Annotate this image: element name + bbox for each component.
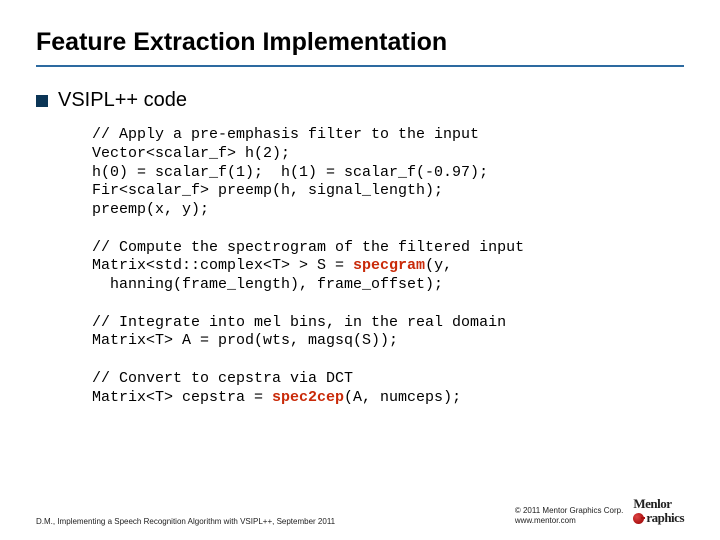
code-highlight: spec2cep <box>272 389 344 406</box>
footer-citation: D.M., Implementing a Speech Recognition … <box>36 517 515 526</box>
code-line: // Apply a pre-emphasis filter to the in… <box>92 126 479 143</box>
title-rule <box>36 65 684 67</box>
logo-line-2-text: raphics <box>646 510 684 526</box>
code-line: Fir<scalar_f> preemp(h, signal_length); <box>92 182 443 199</box>
code-highlight: specgram <box>353 257 425 274</box>
footer-url: www.mentor.com <box>515 516 623 526</box>
code-line: Matrix<std::complex<T> > S = <box>92 257 353 274</box>
logo-globe-icon <box>633 513 644 524</box>
code-line: Matrix<T> cepstra = <box>92 389 272 406</box>
code-line: h(0) = scalar_f(1); h(1) = scalar_f(-0.9… <box>92 164 488 181</box>
code-block: // Apply a pre-emphasis filter to the in… <box>92 126 684 407</box>
code-line: // Compute the spectrogram of the filter… <box>92 239 524 256</box>
square-bullet-icon <box>36 95 48 107</box>
bullet-item: VSIPL++ code <box>36 89 684 112</box>
slide-title: Feature Extraction Implementation <box>36 28 684 61</box>
slide: Feature Extraction Implementation VSIPL+… <box>0 0 720 540</box>
code-line: Matrix<T> A = prod(wts, magsq(S)); <box>92 332 398 349</box>
footer-copyright: © 2011 Mentor Graphics Corp. <box>515 506 623 516</box>
bullet-label: VSIPL++ code <box>58 89 187 112</box>
code-line: // Integrate into mel bins, in the real … <box>92 314 506 331</box>
code-line: preemp(x, y); <box>92 201 209 218</box>
slide-footer: D.M., Implementing a Speech Recognition … <box>36 496 684 526</box>
code-line: Vector<scalar_f> h(2); <box>92 145 290 162</box>
mentor-graphics-logo-icon: Menlor raphics <box>633 496 684 526</box>
code-line: (A, numceps); <box>344 389 461 406</box>
code-line: (y, <box>425 257 452 274</box>
code-line: // Convert to cepstra via DCT <box>92 370 353 387</box>
code-line: hanning(frame_length), frame_offset); <box>92 276 443 293</box>
logo-line-2: raphics <box>633 510 684 526</box>
footer-legal: © 2011 Mentor Graphics Corp. www.mentor.… <box>515 506 623 526</box>
